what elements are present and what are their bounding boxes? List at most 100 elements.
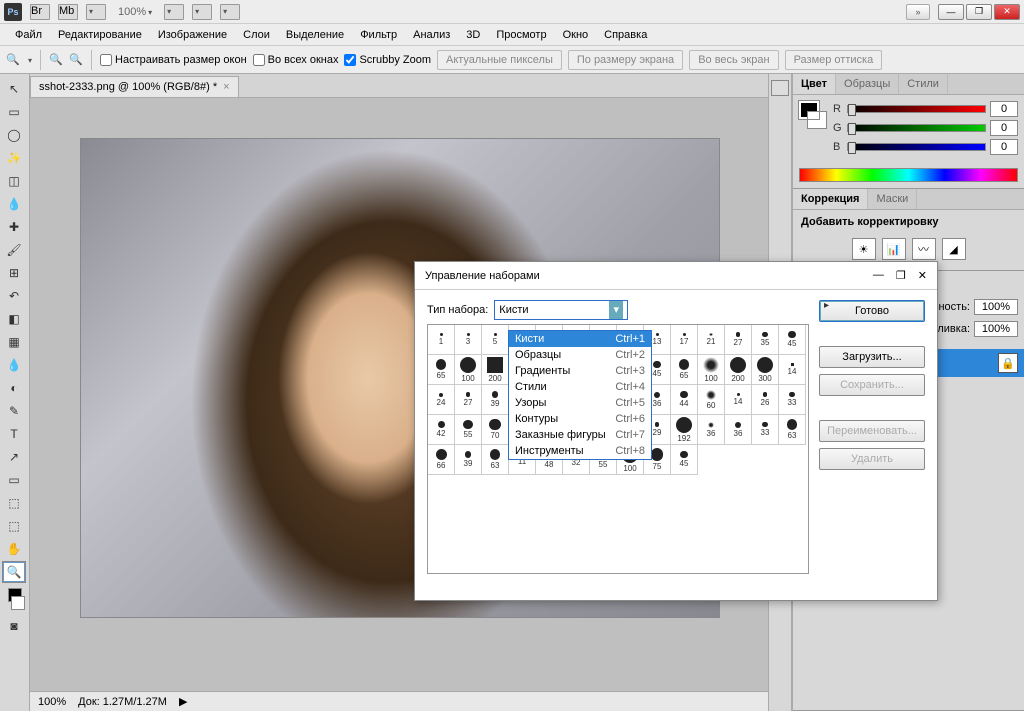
- menu-3d[interactable]: 3D: [459, 26, 487, 44]
- g-slider[interactable]: [847, 124, 986, 132]
- all-windows-check[interactable]: Во всех окнах: [253, 54, 339, 66]
- brush-preset[interactable]: 14: [725, 385, 752, 415]
- zoom-tool[interactable]: 🔍: [2, 561, 26, 583]
- menu-analysis[interactable]: Анализ: [406, 26, 457, 44]
- dd-patterns[interactable]: УзорыCtrl+5: [509, 395, 651, 411]
- brush-preset[interactable]: 21: [698, 325, 725, 355]
- dodge-tool[interactable]: ◐: [2, 377, 26, 399]
- menu-edit[interactable]: Редактирование: [51, 26, 149, 44]
- fill-value[interactable]: 100%: [974, 321, 1018, 337]
- dd-styles[interactable]: СтилиCtrl+4: [509, 379, 651, 395]
- menu-window[interactable]: Окно: [556, 26, 596, 44]
- dialog-max-icon[interactable]: ❐: [896, 269, 906, 282]
- brush-preset[interactable]: 24: [428, 385, 455, 415]
- menu-filter[interactable]: Фильтр: [353, 26, 404, 44]
- dd-gradients[interactable]: ГрадиентыCtrl+3: [509, 363, 651, 379]
- camera-tool[interactable]: ⬚: [2, 515, 26, 537]
- gradient-tool[interactable]: ▦: [2, 331, 26, 353]
- 3d-tool[interactable]: ⬚: [2, 492, 26, 514]
- move-tool[interactable]: ↖: [2, 78, 26, 100]
- dd-brushes[interactable]: КистиCtrl+1: [509, 331, 651, 347]
- crop-tool[interactable]: ◫: [2, 170, 26, 192]
- pen-tool[interactable]: ✎: [2, 400, 26, 422]
- eraser-tool[interactable]: ◧: [2, 308, 26, 330]
- brush-preset[interactable]: 100: [455, 355, 482, 385]
- b-value[interactable]: 0: [990, 139, 1018, 155]
- menu-select[interactable]: Выделение: [279, 26, 351, 44]
- brush-preset[interactable]: 63: [482, 445, 509, 475]
- color-tab[interactable]: Цвет: [793, 74, 836, 94]
- brush-preset[interactable]: 14: [779, 355, 806, 385]
- zoom-tool-drop[interactable]: [26, 54, 32, 66]
- collapsed-panel-icon[interactable]: [771, 80, 789, 96]
- type-tool[interactable]: T: [2, 423, 26, 445]
- marquee-tool[interactable]: ▭: [2, 101, 26, 123]
- done-button[interactable]: Готово: [819, 300, 925, 322]
- preset-type-select[interactable]: Кисти: [494, 300, 628, 320]
- load-button[interactable]: Загрузить...: [819, 346, 925, 368]
- br-icon[interactable]: Br: [30, 4, 50, 20]
- b-slider[interactable]: [847, 143, 986, 151]
- blur-tool[interactable]: 💧: [2, 354, 26, 376]
- brush-preset[interactable]: 33: [779, 385, 806, 415]
- hand-dropdown[interactable]: [164, 4, 184, 20]
- quickmask-tool[interactable]: ◙: [2, 615, 26, 637]
- adjustments-tab[interactable]: Коррекция: [793, 189, 868, 209]
- brush-preset[interactable]: 60: [698, 385, 725, 415]
- g-value[interactable]: 0: [990, 120, 1018, 136]
- menu-help[interactable]: Справка: [597, 26, 654, 44]
- brush-preset[interactable]: 70: [482, 415, 509, 445]
- styles-tab[interactable]: Стили: [899, 74, 948, 94]
- delete-button[interactable]: Удалить: [819, 448, 925, 470]
- dialog-close-icon[interactable]: ✕: [918, 269, 927, 282]
- document-tab[interactable]: sshot-2333.png @ 100% (RGB/8#) * ×: [30, 76, 239, 97]
- brush-preset[interactable]: 65: [428, 355, 455, 385]
- brush-preset[interactable]: 66: [428, 445, 455, 475]
- brush-preset[interactable]: 33: [752, 415, 779, 445]
- path-tool[interactable]: ↗: [2, 446, 26, 468]
- brush-tool[interactable]: 🖌: [2, 239, 26, 261]
- resize-windows-check[interactable]: Настраивать размер окон: [100, 54, 247, 66]
- history-brush-tool[interactable]: ↶: [2, 285, 26, 307]
- r-slider[interactable]: [847, 105, 986, 113]
- brush-preset[interactable]: 39: [482, 385, 509, 415]
- spectrum-bar[interactable]: [799, 168, 1018, 182]
- zoom-dropdown[interactable]: 100%: [114, 6, 156, 18]
- brush-preset[interactable]: 17: [671, 325, 698, 355]
- brush-preset[interactable]: 27: [725, 325, 752, 355]
- print-size-button[interactable]: Размер оттиска: [785, 50, 883, 70]
- brush-preset[interactable]: 42: [428, 415, 455, 445]
- actual-pixels-button[interactable]: Актуальные пикселы: [437, 50, 562, 70]
- shape-tool[interactable]: ▭: [2, 469, 26, 491]
- brush-preset[interactable]: 1: [428, 325, 455, 355]
- swatches-tab[interactable]: Образцы: [836, 74, 899, 94]
- menu-image[interactable]: Изображение: [151, 26, 234, 44]
- brush-preset[interactable]: 63: [779, 415, 806, 445]
- brush-preset[interactable]: 39: [455, 445, 482, 475]
- brush-preset[interactable]: 3: [455, 325, 482, 355]
- r-value[interactable]: 0: [990, 101, 1018, 117]
- brush-preset[interactable]: 200: [482, 355, 509, 385]
- dd-swatches[interactable]: ОбразцыCtrl+2: [509, 347, 651, 363]
- dd-shapes[interactable]: Заказные фигурыCtrl+7: [509, 427, 651, 443]
- stamp-tool[interactable]: ⊞: [2, 262, 26, 284]
- menu-file[interactable]: Файл: [8, 26, 49, 44]
- menu-view[interactable]: Просмотр: [489, 26, 553, 44]
- brush-preset[interactable]: 55: [455, 415, 482, 445]
- brush-preset[interactable]: 45: [779, 325, 806, 355]
- brush-preset[interactable]: 36: [698, 415, 725, 445]
- exposure-icon[interactable]: ◢: [942, 238, 966, 260]
- brush-preset[interactable]: 27: [455, 385, 482, 415]
- wand-tool[interactable]: ✨: [2, 147, 26, 169]
- collapse-icon[interactable]: »: [906, 4, 930, 20]
- color-bg-swatch[interactable]: [807, 111, 827, 129]
- heal-tool[interactable]: ✚: [2, 216, 26, 238]
- curves-icon[interactable]: 〰: [912, 238, 936, 260]
- masks-tab[interactable]: Маски: [868, 189, 917, 209]
- brush-preset[interactable]: 100: [698, 355, 725, 385]
- brush-preset[interactable]: 44: [671, 385, 698, 415]
- brush-preset[interactable]: 5: [482, 325, 509, 355]
- fit-screen-button[interactable]: По размеру экрана: [568, 50, 683, 70]
- menu-layers[interactable]: Слои: [236, 26, 277, 44]
- brightness-icon[interactable]: ☀: [852, 238, 876, 260]
